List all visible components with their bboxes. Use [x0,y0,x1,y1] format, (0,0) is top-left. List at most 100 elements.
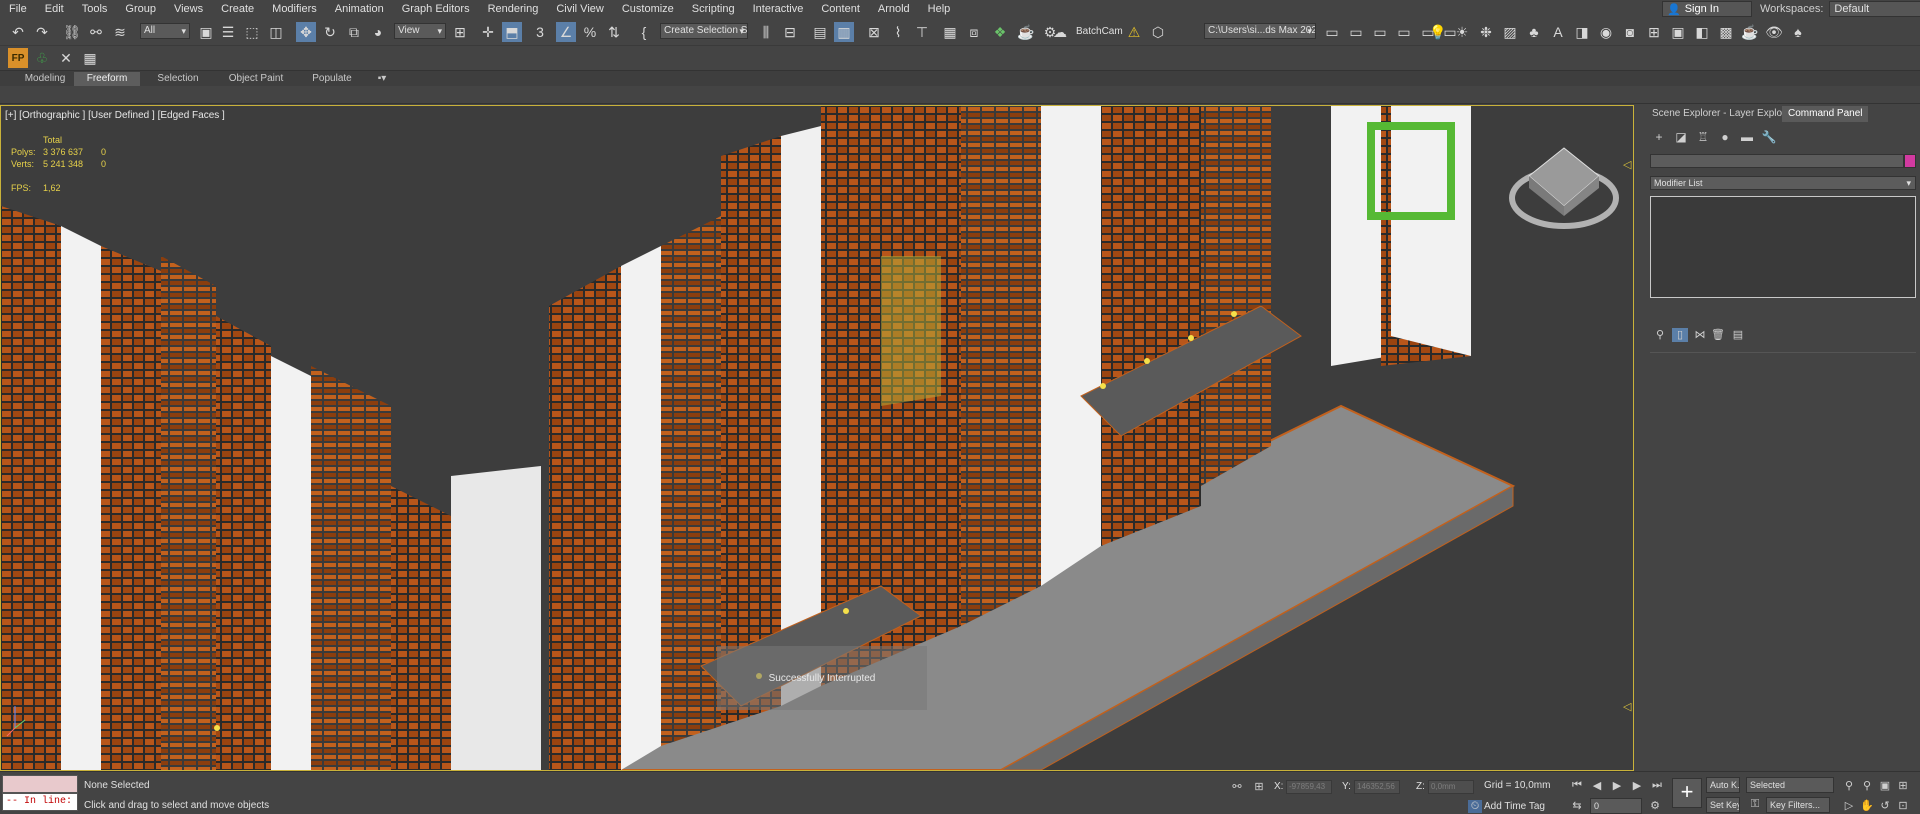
eye-icon[interactable]: 👁 [1764,22,1784,42]
scatter-tool-icon[interactable]: ✕ [56,48,76,68]
render-activeshade-icon[interactable]: ☁ [1050,22,1070,42]
batch-render-icon[interactable]: ⊞ [1644,22,1664,42]
zoom-icon[interactable]: ⚲ [1842,779,1856,792]
menu-arnold[interactable]: Arnold [869,0,919,18]
menu-file[interactable]: File [0,0,36,18]
sun-icon[interactable]: ☀ [1452,22,1472,42]
angle-snap-icon[interactable]: ∠ [556,22,576,42]
align-icon[interactable]: ⊟ [780,22,800,42]
field-of-view-icon[interactable]: ▷ [1842,799,1856,812]
menu-animation[interactable]: Animation [326,0,393,18]
current-frame-field[interactable]: 0 [1590,798,1642,814]
schematic-view-icon[interactable]: ⊤ [912,22,932,42]
select-rotate-icon[interactable]: ↻ [320,22,340,42]
menu-edit[interactable]: Edit [36,0,73,18]
text-tool-icon[interactable]: A [1548,22,1568,42]
material-icon[interactable]: ▩ [1716,22,1736,42]
tab-freeform[interactable]: Freeform [74,72,140,86]
render-setup-icon[interactable]: ⧈ [964,22,984,42]
unlink-icon[interactable]: ⚯ [86,22,106,42]
plugin-icon[interactable]: ⬡ [1148,22,1168,42]
maximize-viewport-icon[interactable]: ⊡ [1896,799,1910,812]
named-selection-dropdown[interactable]: Create Selection Se [660,23,748,39]
menu-graph-editors[interactable]: Graph Editors [393,0,479,18]
layer-explorer-icon[interactable]: ▥ [834,22,854,42]
menu-rendering[interactable]: Rendering [479,0,548,18]
key-filter-icon[interactable]: ⚿ [1748,798,1762,811]
window-crossing-icon[interactable]: ◫ [266,22,286,42]
rendered-frame-window-icon[interactable]: ❖ [990,22,1010,42]
show-end-result-icon[interactable]: ▯ [1672,328,1688,342]
perspective-viewport[interactable]: [+] [Orthographic ] [User Defined ] [Edg… [0,105,1634,771]
rectangular-selection-icon[interactable]: ⬚ [242,22,262,42]
motion-tab-icon[interactable]: ● [1716,130,1734,146]
project-tool-3-icon[interactable]: ▭ [1370,22,1390,42]
modifier-stack[interactable] [1650,196,1916,298]
render-target-icon[interactable]: ◉ [1596,22,1616,42]
trees-icon[interactable]: ♣ [1524,22,1544,42]
next-frame-icon[interactable]: ▶ [1630,779,1644,792]
tab-object-paint[interactable]: Object Paint [222,72,290,86]
zoom-all-icon[interactable]: ⚲ [1860,779,1874,792]
snaps-toggle-icon[interactable]: 3 [530,22,550,42]
menu-tools[interactable]: Tools [73,0,117,18]
object-color-swatch[interactable] [1904,154,1916,168]
hierarchy-tab-icon[interactable]: ♖ [1694,130,1712,146]
undo-icon[interactable]: ↶ [8,22,28,42]
render-frame-icon[interactable]: ◙ [1620,22,1640,42]
x-coord-field[interactable]: -97859,43 [1286,780,1332,794]
project-tool-4-icon[interactable]: ▭ [1394,22,1414,42]
picture-icon[interactable]: ▨ [1500,22,1520,42]
grid-table-icon[interactable]: ▦ [80,48,100,68]
utilities-tab-icon[interactable]: 🔧 [1760,130,1778,146]
zoom-extents-icon[interactable]: ▣ [1878,779,1892,792]
light-bulb-icon[interactable]: 💡 [1428,22,1448,42]
modify-tab-icon[interactable]: ◪ [1672,130,1690,146]
ribbon-options-icon[interactable]: ▪▾ [370,72,394,86]
workspaces-dropdown[interactable]: Default [1829,1,1920,17]
time-configuration-icon[interactable]: ⚙ [1648,799,1662,812]
remove-modifier-icon[interactable]: 🗑 [1710,328,1726,342]
maxscript-output[interactable]: -- In line: [2,793,78,811]
menu-help[interactable]: Help [919,0,960,18]
menu-civil-view[interactable]: Civil View [547,0,612,18]
select-scale-icon[interactable]: ⧉ [344,22,364,42]
select-object-icon[interactable]: ▣ [196,22,216,42]
go-to-end-icon[interactable]: ⏭ [1650,779,1664,792]
z-coord-field[interactable]: 0,0mm [1428,780,1474,794]
material-editor-icon[interactable]: ▦ [940,22,960,42]
go-to-start-icon[interactable]: ⏮ [1570,779,1584,792]
pin-stack-icon[interactable]: ⚲ [1652,328,1668,342]
auto-key-button[interactable]: Auto K... [1706,777,1740,793]
select-by-name-icon[interactable]: ☰ [218,22,238,42]
y-coord-field[interactable]: 146352,56 [1354,780,1400,794]
link-icon[interactable]: ⛓ [62,22,82,42]
viewport-label[interactable]: [+] [Orthographic ] [User Defined ] [Edg… [5,110,225,121]
redo-icon[interactable]: ↷ [32,22,52,42]
time-tag-icon[interactable]: ⏲ [1468,800,1482,813]
menu-views[interactable]: Views [165,0,212,18]
manipulate-icon[interactable]: ✛ [478,22,498,42]
railclone-icon[interactable]: ♧ [32,48,52,68]
selection-filter-dropdown[interactable]: All [140,23,190,39]
menu-customize[interactable]: Customize [613,0,683,18]
image-viewer-icon[interactable]: ▣ [1668,22,1688,42]
select-place-icon[interactable]: ◕ [368,22,388,42]
menu-modifiers[interactable]: Modifiers [263,0,326,18]
warning-icon[interactable]: ⚠ [1124,22,1144,42]
menu-create[interactable]: Create [212,0,263,18]
orbit-icon[interactable]: ↺ [1878,799,1892,812]
key-mode-dropdown[interactable]: Selected [1746,777,1834,793]
display-tab-icon[interactable]: ▬ [1738,130,1756,146]
menu-content[interactable]: Content [812,0,869,18]
forest-pack-icon[interactable]: FP [8,48,28,68]
add-key-button[interactable]: + [1672,778,1702,808]
play-icon[interactable]: ▶ [1610,779,1624,792]
reference-coordinate-dropdown[interactable]: View [394,23,446,39]
percent-snap-icon[interactable]: % [580,22,600,42]
bind-space-warp-icon[interactable]: ≋ [110,22,130,42]
make-unique-icon[interactable]: ⋈ [1692,328,1708,342]
project-folder-dropdown[interactable]: C:\Users\si...ds Max 2021 [1204,23,1316,39]
maxscript-listener[interactable]: -- In line: [2,775,78,813]
batchcam-label[interactable]: BatchCam [1076,24,1123,40]
